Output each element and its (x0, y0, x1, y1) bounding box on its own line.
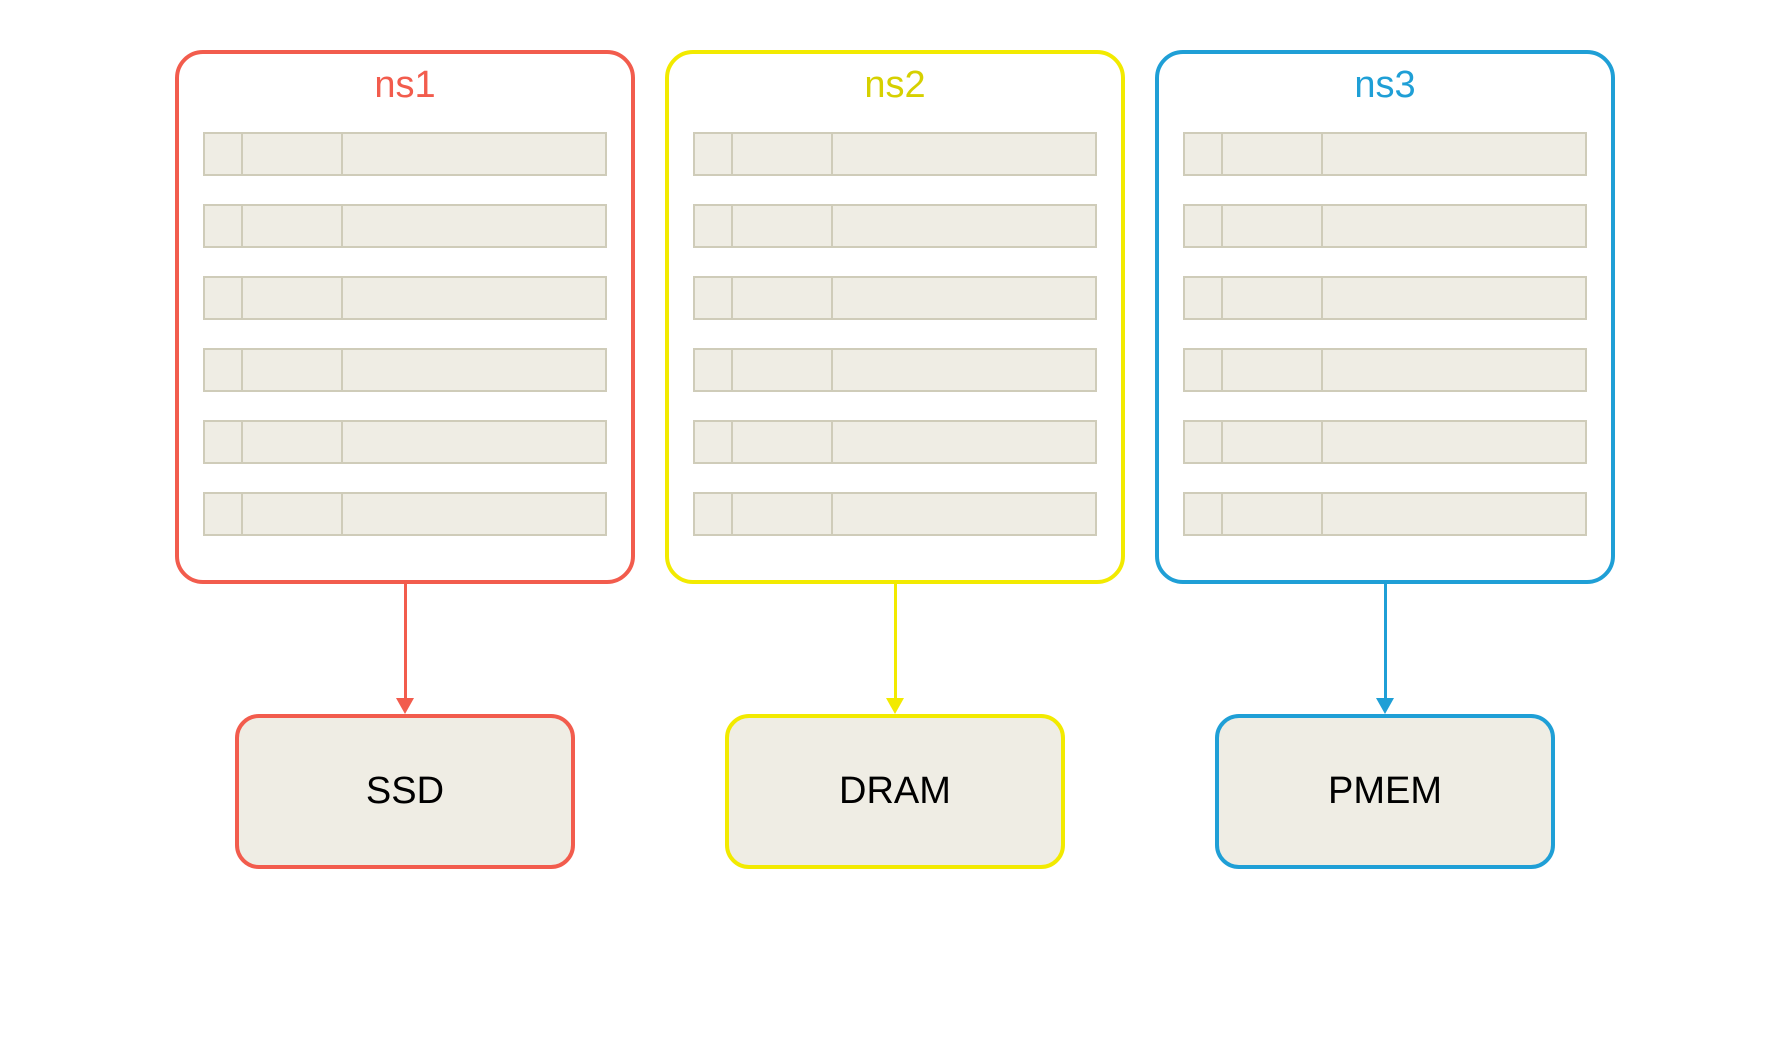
record-row (693, 420, 1097, 464)
arrow-ns1 (403, 584, 407, 714)
record-row (693, 204, 1097, 248)
record-cell (833, 132, 1097, 176)
arrow-line (404, 584, 407, 698)
record-row (203, 204, 607, 248)
record-cell (693, 420, 733, 464)
record-cell (1223, 132, 1323, 176)
record-cell (1223, 276, 1323, 320)
record-row (1183, 204, 1587, 248)
record-cell (203, 420, 243, 464)
record-row (203, 420, 607, 464)
record-cell (243, 132, 343, 176)
arrow-head-icon (1376, 698, 1394, 714)
record-cell (693, 204, 733, 248)
record-cell (1183, 348, 1223, 392)
record-row (693, 492, 1097, 536)
record-cell (733, 492, 833, 536)
record-cell (203, 348, 243, 392)
record-cell (1223, 204, 1323, 248)
record-cell (243, 420, 343, 464)
diagram-canvas: ns1 SSD ns2 (0, 0, 1792, 1045)
record-cell (1183, 276, 1223, 320)
record-cell (1323, 420, 1587, 464)
namespace-title: ns1 (374, 66, 435, 104)
namespace-title: ns3 (1354, 66, 1415, 104)
arrow-line (894, 584, 897, 698)
record-cell (1223, 420, 1323, 464)
namespace-title: ns2 (864, 66, 925, 104)
record-row (693, 276, 1097, 320)
storage-box-pmem: PMEM (1215, 714, 1555, 869)
storage-label: DRAM (839, 770, 951, 813)
record-cell (1223, 492, 1323, 536)
record-cell (343, 276, 607, 320)
record-cell (1183, 132, 1223, 176)
record-row (1183, 276, 1587, 320)
record-cell (733, 276, 833, 320)
record-cell (833, 276, 1097, 320)
record-cell (243, 204, 343, 248)
record-cell (833, 348, 1097, 392)
record-cell (733, 204, 833, 248)
record-cell (203, 204, 243, 248)
storage-box-dram: DRAM (725, 714, 1065, 869)
storage-box-ssd: SSD (235, 714, 575, 869)
namespace-column-ns2: ns2 DRAM (660, 50, 1130, 869)
record-cell (203, 492, 243, 536)
arrow-ns3 (1383, 584, 1387, 714)
record-cell (343, 420, 607, 464)
namespace-column-ns3: ns3 PMEM (1150, 50, 1620, 869)
record-row (203, 276, 607, 320)
record-cell (343, 492, 607, 536)
arrow-ns2 (893, 584, 897, 714)
record-cell (1323, 348, 1587, 392)
record-cell (1323, 276, 1587, 320)
record-cell (343, 348, 607, 392)
record-cell (733, 420, 833, 464)
record-row (203, 492, 607, 536)
record-cell (203, 132, 243, 176)
arrow-head-icon (886, 698, 904, 714)
record-cell (733, 132, 833, 176)
namespace-box-ns3: ns3 (1155, 50, 1615, 584)
storage-label: SSD (366, 770, 444, 813)
record-cell (1183, 204, 1223, 248)
record-row (1183, 132, 1587, 176)
record-row (693, 348, 1097, 392)
record-cell (1323, 204, 1587, 248)
record-row (1183, 420, 1587, 464)
record-cell (243, 492, 343, 536)
record-row (203, 348, 607, 392)
record-cell (1183, 492, 1223, 536)
record-cell (833, 204, 1097, 248)
storage-label: PMEM (1328, 770, 1442, 813)
record-cell (243, 276, 343, 320)
record-cell (1323, 132, 1587, 176)
record-cell (343, 132, 607, 176)
record-cell (1323, 492, 1587, 536)
record-cell (243, 348, 343, 392)
record-row (203, 132, 607, 176)
record-cell (693, 348, 733, 392)
arrow-line (1384, 584, 1387, 698)
record-cell (833, 492, 1097, 536)
record-cell (693, 132, 733, 176)
record-cell (203, 276, 243, 320)
record-row (1183, 492, 1587, 536)
namespace-box-ns1: ns1 (175, 50, 635, 584)
namespace-column-ns1: ns1 SSD (170, 50, 640, 869)
record-cell (693, 276, 733, 320)
record-row (693, 132, 1097, 176)
record-cell (343, 204, 607, 248)
arrow-head-icon (396, 698, 414, 714)
record-cell (833, 420, 1097, 464)
record-cell (733, 348, 833, 392)
record-cell (693, 492, 733, 536)
record-cell (1183, 420, 1223, 464)
namespace-box-ns2: ns2 (665, 50, 1125, 584)
record-row (1183, 348, 1587, 392)
record-cell (1223, 348, 1323, 392)
